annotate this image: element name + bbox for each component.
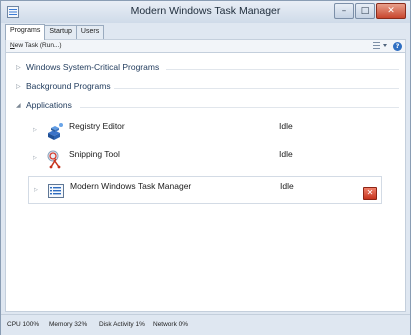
window-controls: – □ ✕ — [334, 3, 406, 19]
toolbar: New Task (Run...) ? — [5, 39, 406, 53]
app-row-snipping-tool[interactable]: ▷ Snipping Tool Idle — [28, 145, 382, 173]
view-list-icon — [373, 42, 387, 49]
group-background[interactable]: ▷ Background Programs — [6, 79, 405, 95]
status-bar: CPU 100% Memory 32% Disk Activity 1% Net… — [1, 314, 410, 335]
expand-arrow-icon[interactable]: ▷ — [33, 155, 37, 161]
app-status: Idle — [280, 181, 294, 191]
toolbar-right: ? — [373, 41, 402, 52]
expand-arrow-icon[interactable]: ▷ — [16, 64, 21, 71]
expand-arrow-icon[interactable]: ▷ — [34, 187, 38, 193]
maximize-icon: □ — [360, 5, 370, 16]
registry-editor-icon — [48, 123, 63, 140]
close-window-button[interactable]: ✕ — [376, 3, 406, 19]
group-label: Windows System-Critical Programs — [26, 62, 160, 72]
app-name: Registry Editor — [69, 121, 125, 131]
maximize-button[interactable]: □ — [355, 3, 375, 19]
close-icon: ✕ — [387, 5, 395, 16]
group-divider — [80, 107, 399, 108]
tab-startup[interactable]: Startup — [44, 25, 77, 40]
expand-arrow-icon[interactable]: ▷ — [16, 83, 21, 90]
new-task-button[interactable]: New Task (Run...) — [10, 42, 62, 49]
disk-activity: Disk Activity 1% — [99, 321, 145, 328]
app-status: Idle — [279, 121, 293, 131]
view-options-button[interactable] — [373, 41, 389, 52]
group-label: Background Programs — [26, 81, 111, 91]
help-icon[interactable]: ? — [393, 42, 402, 51]
app-name: Modern Windows Task Manager — [70, 181, 192, 191]
app-name: Snipping Tool — [69, 149, 120, 159]
group-applications[interactable]: ◢ Applications — [6, 98, 405, 114]
app-row-registry-editor[interactable]: ▷ Registry Editor Idle — [28, 117, 382, 145]
task-manager-window: Modern Windows Task Manager – □ ✕ Progra… — [0, 0, 411, 335]
tab-strip: Programs Startup Users — [5, 24, 105, 40]
programs-list: ▷ Windows System-Critical Programs ▷ Bac… — [5, 53, 406, 312]
cpu-usage: CPU 100% — [7, 321, 40, 328]
end-task-icon: ✕ — [366, 188, 374, 197]
collapse-arrow-icon[interactable]: ◢ — [16, 102, 21, 109]
group-divider — [114, 88, 399, 89]
tab-users[interactable]: Users — [75, 25, 105, 40]
expand-arrow-icon[interactable]: ▷ — [33, 127, 37, 133]
new-task-label: ew Task (Run...) — [14, 42, 62, 49]
end-task-button[interactable]: ✕ — [363, 187, 377, 200]
minimize-icon: – — [341, 5, 347, 16]
title-bar[interactable]: Modern Windows Task Manager – □ ✕ — [1, 1, 410, 23]
network-usage: Network 0% — [153, 321, 189, 328]
snipping-tool-icon — [47, 150, 61, 169]
app-status: Idle — [279, 149, 293, 159]
tab-programs[interactable]: Programs — [5, 24, 46, 40]
task-manager-icon — [48, 184, 64, 198]
group-divider — [166, 69, 399, 70]
group-system-critical[interactable]: ▷ Windows System-Critical Programs — [6, 60, 405, 76]
memory-usage: Memory 32% — [49, 321, 88, 328]
minimize-button[interactable]: – — [334, 3, 354, 19]
app-row-task-manager[interactable]: ▷ Modern Windows Task Manager Idle ✕ — [28, 176, 382, 204]
group-label: Applications — [26, 100, 72, 110]
